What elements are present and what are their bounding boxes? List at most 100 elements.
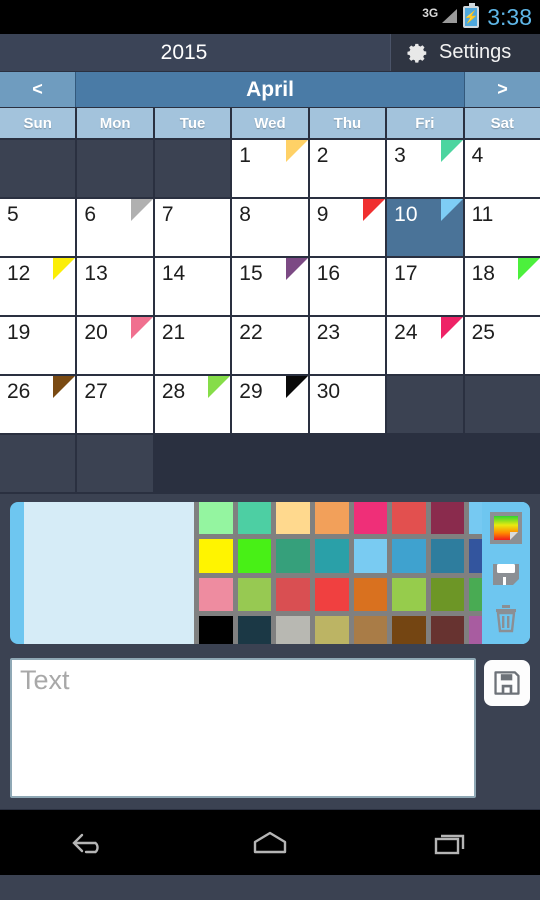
gear-icon xyxy=(407,42,429,64)
note-save-button[interactable] xyxy=(484,660,530,706)
color-swatch-r2c4[interactable] xyxy=(314,539,349,573)
color-palette-grid[interactable] xyxy=(194,502,508,644)
day-cell-20[interactable]: 20 xyxy=(77,317,153,374)
prev-month-button[interactable]: < xyxy=(0,72,76,107)
home-icon[interactable] xyxy=(225,819,315,867)
weekday-thu: Thu xyxy=(309,108,386,138)
day-cell-12[interactable]: 12 xyxy=(0,258,76,315)
weekday-fri: Fri xyxy=(387,108,463,138)
color-swatch-r2c5[interactable] xyxy=(353,539,388,573)
color-preview-swatch[interactable] xyxy=(24,502,194,644)
color-swatch-r1c6[interactable] xyxy=(392,502,426,535)
trash-icon[interactable] xyxy=(488,600,524,636)
note-textarea[interactable]: Text xyxy=(10,658,476,798)
color-swatch-r3c4[interactable] xyxy=(314,577,349,611)
day-cell-4[interactable]: 4 xyxy=(464,140,540,197)
day-cell-empty xyxy=(77,435,153,492)
color-swatch-r4c1[interactable] xyxy=(199,615,233,644)
note-placeholder: Text xyxy=(20,665,70,695)
day-cell-11[interactable]: 11 xyxy=(464,199,540,256)
settings-button[interactable]: Settings xyxy=(390,34,540,71)
current-month-label[interactable]: April xyxy=(76,72,464,107)
day-cell-7[interactable]: 7 xyxy=(154,199,231,256)
color-swatch-r2c2[interactable] xyxy=(237,539,272,573)
day-cell-30[interactable]: 30 xyxy=(309,376,386,433)
day-cell-15[interactable]: 15 xyxy=(232,258,308,315)
palette-wrapper xyxy=(194,502,508,644)
day-cell-28[interactable]: 28 xyxy=(154,376,231,433)
day-number: 14 xyxy=(161,262,186,285)
color-editor-panel xyxy=(0,494,540,654)
day-cell-18[interactable]: 18 xyxy=(464,258,540,315)
day-cell-17[interactable]: 17 xyxy=(387,258,463,315)
color-swatch-r4c3[interactable] xyxy=(276,615,310,644)
day-cell-26[interactable]: 26 xyxy=(0,376,76,433)
day-cell-19[interactable]: 19 xyxy=(0,317,76,374)
day-cell-16[interactable]: 16 xyxy=(309,258,386,315)
color-swatch-r3c6[interactable] xyxy=(392,577,426,611)
day-cell-3[interactable]: 3 xyxy=(387,140,463,197)
signal-triangle-icon xyxy=(441,9,458,25)
color-swatch-r3c1[interactable] xyxy=(199,577,233,611)
color-swatch-r1c5[interactable] xyxy=(353,502,388,535)
event-marker-icon xyxy=(53,376,76,398)
day-cell-6[interactable]: 6 xyxy=(77,199,153,256)
back-arrow-icon[interactable] xyxy=(45,819,135,867)
color-swatch-r2c6[interactable] xyxy=(392,539,426,573)
day-cell-10[interactable]: 10 xyxy=(387,199,463,256)
day-cell-21[interactable]: 21 xyxy=(154,317,231,374)
color-swatch-r2c1[interactable] xyxy=(199,539,233,573)
day-number: 29 xyxy=(239,380,263,403)
weekday-tue: Tue xyxy=(154,108,231,138)
color-swatch-r1c2[interactable] xyxy=(237,502,272,535)
color-swatch-r3c2[interactable] xyxy=(237,577,272,611)
day-number: 16 xyxy=(316,262,341,285)
day-cell-27[interactable]: 27 xyxy=(77,376,153,433)
color-swatch-r2c3[interactable] xyxy=(276,539,310,573)
day-number: 23 xyxy=(316,321,341,344)
day-cell-29[interactable]: 29 xyxy=(232,376,308,433)
day-cell-13[interactable]: 13 xyxy=(77,258,153,315)
day-number: 25 xyxy=(471,321,495,344)
color-swatch-r2c7[interactable] xyxy=(430,539,465,573)
color-swatch-r3c7[interactable] xyxy=(430,577,465,611)
color-swatch-r4c2[interactable] xyxy=(237,615,272,644)
day-cell-8[interactable]: 8 xyxy=(232,199,308,256)
color-swatch-r4c4[interactable] xyxy=(314,615,349,644)
color-swatch-r1c1[interactable] xyxy=(199,502,233,535)
day-number: 27 xyxy=(84,380,108,403)
color-swatch-r1c4[interactable] xyxy=(314,502,349,535)
next-month-button[interactable]: > xyxy=(464,72,540,107)
day-cell-2[interactable]: 2 xyxy=(309,140,386,197)
day-cell-25[interactable]: 25 xyxy=(464,317,540,374)
recent-apps-icon[interactable] xyxy=(405,819,495,867)
day-cell-23[interactable]: 23 xyxy=(309,317,386,374)
event-marker-icon xyxy=(53,258,76,280)
day-cell-1[interactable]: 1 xyxy=(232,140,308,197)
day-cell-22[interactable]: 22 xyxy=(232,317,308,374)
save-icon[interactable] xyxy=(488,555,524,591)
day-cell-5[interactable]: 5 xyxy=(0,199,76,256)
color-swatch-r4c5[interactable] xyxy=(353,615,388,644)
day-cell-9[interactable]: 9 xyxy=(309,199,386,256)
color-swatch-r1c7[interactable] xyxy=(430,502,465,535)
event-marker-icon xyxy=(440,140,463,162)
day-number: 20 xyxy=(84,321,108,344)
color-swatch-r4c7[interactable] xyxy=(430,615,465,644)
day-number: 2 xyxy=(316,144,329,167)
color-swatch-r4c6[interactable] xyxy=(392,615,426,644)
color-swatch-r3c3[interactable] xyxy=(276,577,310,611)
day-cell-14[interactable]: 14 xyxy=(154,258,231,315)
network-type-label: 3G xyxy=(422,6,439,20)
day-cell-24[interactable]: 24 xyxy=(387,317,463,374)
color-swatch-r3c5[interactable] xyxy=(353,577,388,611)
calendar-day-grid[interactable]: 1 2 3 4 5 6 7 8 9 10 11 12 13 14 15 16 17 18 19 20 21 22 23 24 2… xyxy=(0,140,540,494)
event-marker-icon xyxy=(285,258,308,280)
android-status-bar: 3G ⚡ 3:38 xyxy=(0,0,540,34)
day-number: 7 xyxy=(161,203,174,226)
event-marker-icon xyxy=(130,199,153,221)
event-marker-icon xyxy=(518,258,540,280)
color-swatch-r1c3[interactable] xyxy=(276,502,310,535)
weekday-sun: Sun xyxy=(0,108,76,138)
color-picker-icon[interactable] xyxy=(488,510,524,546)
